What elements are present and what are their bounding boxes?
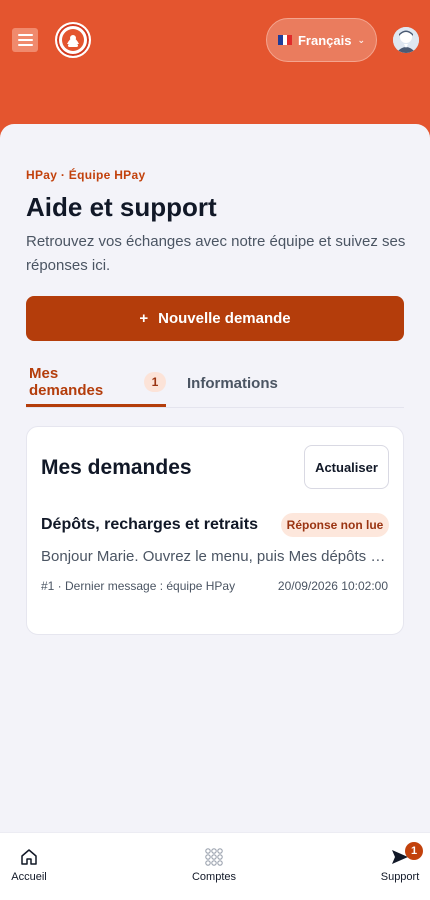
nav-support[interactable]: 1 Support xyxy=(378,842,423,883)
request-title: Dépôts, recharges et retraits xyxy=(41,516,258,533)
tab-my-requests[interactable]: Mes demandes 1 xyxy=(26,360,166,407)
brand-logo[interactable] xyxy=(55,22,91,58)
status-badge: Réponse non lue xyxy=(281,513,389,537)
tab-label: Informations xyxy=(187,375,278,392)
french-flag-icon xyxy=(277,35,292,45)
user-avatar[interactable] xyxy=(393,27,419,53)
home-icon xyxy=(21,849,37,865)
request-meta: #1 · Dernier message : équipe HPay xyxy=(41,579,236,593)
page-description: Retrouvez vos échanges avec notre équipe… xyxy=(26,233,406,274)
language-selector[interactable]: Français ⌄ xyxy=(266,18,377,62)
requests-panel: Mes demandes Actualiser Dépôts, recharge… xyxy=(26,426,404,635)
count-badge: 1 xyxy=(144,372,166,392)
tab-information[interactable]: Informations xyxy=(187,360,278,407)
page-eyebrow: HPay · Équipe HPay xyxy=(26,168,146,182)
bottom-nav: Accueil Comptes 1 Support xyxy=(0,832,430,900)
request-date: 20/09/2026 10:02:00 xyxy=(277,579,388,593)
panel-title: Mes demandes xyxy=(41,456,192,479)
tab-label: Mes demandes xyxy=(29,365,104,399)
nav-label: Comptes xyxy=(191,871,237,883)
new-request-label: Nouvelle demande xyxy=(158,310,291,327)
language-label: Français xyxy=(297,32,352,48)
page-title: Aide et support xyxy=(26,192,217,222)
nav-label: Support xyxy=(380,871,420,883)
grid-dots-icon xyxy=(205,848,223,866)
new-request-button[interactable]: + Nouvelle demande xyxy=(26,296,404,341)
notification-badge: 1 xyxy=(405,842,423,860)
tab-bar: Mes demandes 1 Informations xyxy=(26,360,404,408)
refresh-button[interactable]: Actualiser xyxy=(304,445,389,489)
nav-label: Accueil xyxy=(11,871,47,883)
hamburger-menu-icon[interactable] xyxy=(12,28,38,52)
plus-icon: + xyxy=(139,310,149,327)
nav-home[interactable]: Accueil xyxy=(10,847,48,883)
chevron-down-icon: ⌄ xyxy=(357,34,366,45)
request-preview: Bonjour Marie. Ouvrez le menu, puis Mes … xyxy=(41,548,389,565)
nav-accounts[interactable]: Comptes xyxy=(188,847,240,883)
